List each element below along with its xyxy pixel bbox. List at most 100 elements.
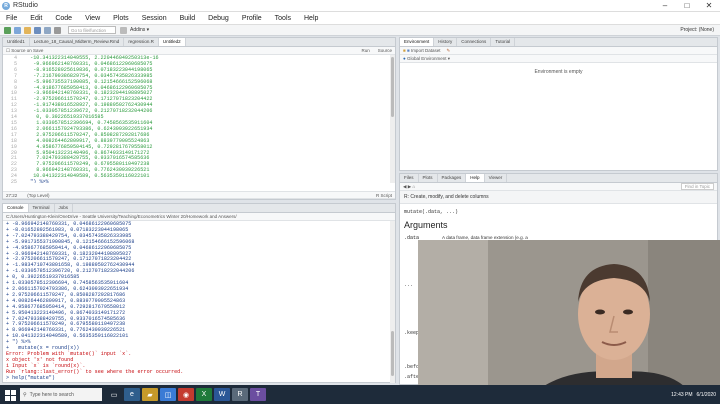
help-title: R: Create, modify, and delete columns: [400, 191, 717, 204]
windows-start-icon[interactable]: [3, 388, 17, 402]
menu-plots[interactable]: Plots: [113, 15, 129, 22]
file-type[interactable]: R Script: [376, 193, 392, 198]
code-text: ") %>%: [21, 179, 49, 183]
tab-connections[interactable]: Connections: [457, 38, 492, 46]
rstudio-logo-icon: R: [2, 1, 10, 10]
environment-empty-message: Environment is empty: [534, 69, 583, 75]
menu-debug[interactable]: Debug: [208, 15, 229, 22]
clock-date[interactable]: 6/1/2020: [697, 392, 716, 398]
menu-help[interactable]: Help: [304, 15, 318, 22]
save-all-icon[interactable]: [44, 26, 51, 34]
new-file-icon[interactable]: [4, 26, 11, 34]
minimize-button[interactable]: –: [654, 0, 676, 12]
tab-regression[interactable]: regression.R: [124, 38, 159, 46]
run-button[interactable]: Run: [361, 48, 369, 53]
tab-untitled2[interactable]: Untitled2: [158, 38, 186, 46]
console-output[interactable]: + -8.966942148760331, 0.0468612296068507…: [3, 221, 395, 381]
menu-profile[interactable]: Profile: [242, 15, 262, 22]
close-button[interactable]: ✕: [698, 0, 720, 12]
menu-view[interactable]: View: [85, 15, 100, 22]
tab-plots[interactable]: Plots: [419, 174, 438, 182]
menu-edit[interactable]: Edit: [30, 15, 42, 22]
tab-untitled1[interactable]: Untitled1: [3, 38, 30, 46]
title-bar: R RStudio – □ ✕: [0, 0, 720, 12]
window-title: RStudio: [13, 2, 38, 9]
find-topic-input[interactable]: Find in Topic: [680, 183, 714, 190]
edge-icon[interactable]: e: [124, 388, 140, 401]
addins-dropdown[interactable]: Addins ▾: [130, 27, 149, 33]
editor-status-bar: 27:22 (Top Level) R Script: [3, 191, 395, 199]
tab-jobs[interactable]: Jobs: [55, 204, 74, 212]
console-scrollbar[interactable]: [390, 221, 395, 383]
usage-code: mutate(.data, ...): [404, 209, 459, 215]
tab-packages[interactable]: Packages: [438, 174, 467, 182]
rstudio-taskbar-icon[interactable]: R: [232, 388, 248, 401]
import-dataset-button[interactable]: Import Dataset: [411, 48, 441, 53]
tab-terminal[interactable]: Terminal: [29, 204, 55, 212]
source-toolbar: ☐ Source on Save Run Source: [3, 47, 395, 55]
save-icon[interactable]: [34, 26, 41, 34]
main-toolbar: Go to file/function Addins ▾ Project: (N…: [0, 25, 720, 36]
help-toolbar: ◀ ▶ ⌂ Find in Topic: [400, 183, 717, 191]
menu-code[interactable]: Code: [55, 15, 72, 22]
clock-time[interactable]: 12:43 PM: [671, 392, 692, 398]
store-icon[interactable]: ◫: [160, 388, 176, 401]
tab-console[interactable]: Console: [3, 204, 29, 212]
line-number: 25: [10, 179, 17, 183]
source-tabs: Untitled1 Lecture_18_Causal_Midterm_Revi…: [3, 38, 395, 47]
webcam-overlay: [418, 240, 720, 404]
tab-help[interactable]: Help: [466, 174, 485, 182]
editor-scrollbar[interactable]: [390, 55, 395, 183]
global-environment-dropdown[interactable]: Global Environment: [407, 56, 447, 61]
code-line[interactable]: 25 ") %>%: [3, 179, 395, 183]
console-prompt-line[interactable]: > help("mutate"): [6, 375, 395, 381]
menu-bar: File Edit Code View Plots Session Build …: [0, 12, 720, 25]
project-menu[interactable]: Project: (None): [680, 27, 714, 33]
code-editor[interactable]: 4 -10.341322314049555, 2.220446049250313…: [3, 55, 395, 183]
addins-label: Addins: [130, 27, 146, 33]
tab-lecture[interactable]: Lecture_18_Causal_Midterm_Review.Rmd: [30, 38, 125, 46]
scope-indicator[interactable]: (Top Level): [27, 193, 49, 198]
presenter-video: [418, 240, 720, 404]
tab-viewer[interactable]: Viewer: [485, 174, 508, 182]
new-project-icon[interactable]: [14, 26, 21, 34]
home-icon[interactable]: ⌂: [412, 184, 416, 189]
tab-environment[interactable]: Environment: [400, 38, 435, 46]
source-pane: Untitled1 Lecture_18_Causal_Midterm_Revi…: [2, 37, 396, 200]
cursor-position: 27:22: [6, 192, 18, 198]
goto-file-input[interactable]: Go to file/function: [68, 26, 116, 34]
source-button[interactable]: Source: [378, 48, 392, 53]
excel-icon[interactable]: X: [196, 388, 212, 401]
search-icon: ⚲: [23, 391, 27, 398]
window-controls: – □ ✕: [654, 0, 720, 12]
open-folder-icon[interactable]: [24, 26, 31, 34]
help-tabs: Files Plots Packages Help Viewer: [400, 174, 717, 183]
menu-file[interactable]: File: [6, 15, 17, 22]
menu-tools[interactable]: Tools: [275, 15, 291, 22]
clear-icon[interactable]: ✎: [446, 48, 450, 54]
system-tray: 12:43 PM 6/1/2020: [671, 385, 716, 404]
arguments-heading: Arguments: [404, 220, 448, 230]
print-icon[interactable]: [54, 26, 61, 34]
taskbar-search-input[interactable]: ⚲ Type here to search: [20, 388, 102, 401]
menu-session[interactable]: Session: [142, 15, 167, 22]
menu-build[interactable]: Build: [180, 15, 196, 22]
grid-icon[interactable]: [120, 26, 127, 34]
tab-files[interactable]: Files: [400, 174, 419, 182]
maximize-button[interactable]: □: [676, 0, 698, 12]
environment-scope: ● Global Environment ▾: [400, 55, 717, 63]
source-on-save-label: Source on Save: [11, 48, 44, 53]
file-explorer-icon[interactable]: ▰: [142, 388, 158, 401]
tab-tutorial[interactable]: Tutorial: [491, 38, 516, 46]
teams-icon[interactable]: T: [250, 388, 266, 401]
task-view-icon[interactable]: ▭: [106, 388, 122, 401]
tab-history[interactable]: History: [434, 38, 458, 46]
console-path: C:/Users/Huntington-Klein/OneDrive - Sea…: [3, 213, 395, 221]
console-tabs: Console Terminal Jobs: [3, 204, 395, 213]
console-pane: Console Terminal Jobs C:/Users/Huntingto…: [2, 203, 396, 383]
chrome-icon[interactable]: ◉: [178, 388, 194, 401]
taskbar: ⚲ Type here to search ▭ e ▰ ◫ ◉ X W R T …: [0, 385, 720, 404]
environment-tabs: Environment History Connections Tutorial: [400, 38, 717, 47]
word-icon[interactable]: W: [214, 388, 230, 401]
environment-pane: Environment History Connections Tutorial…: [399, 37, 718, 171]
